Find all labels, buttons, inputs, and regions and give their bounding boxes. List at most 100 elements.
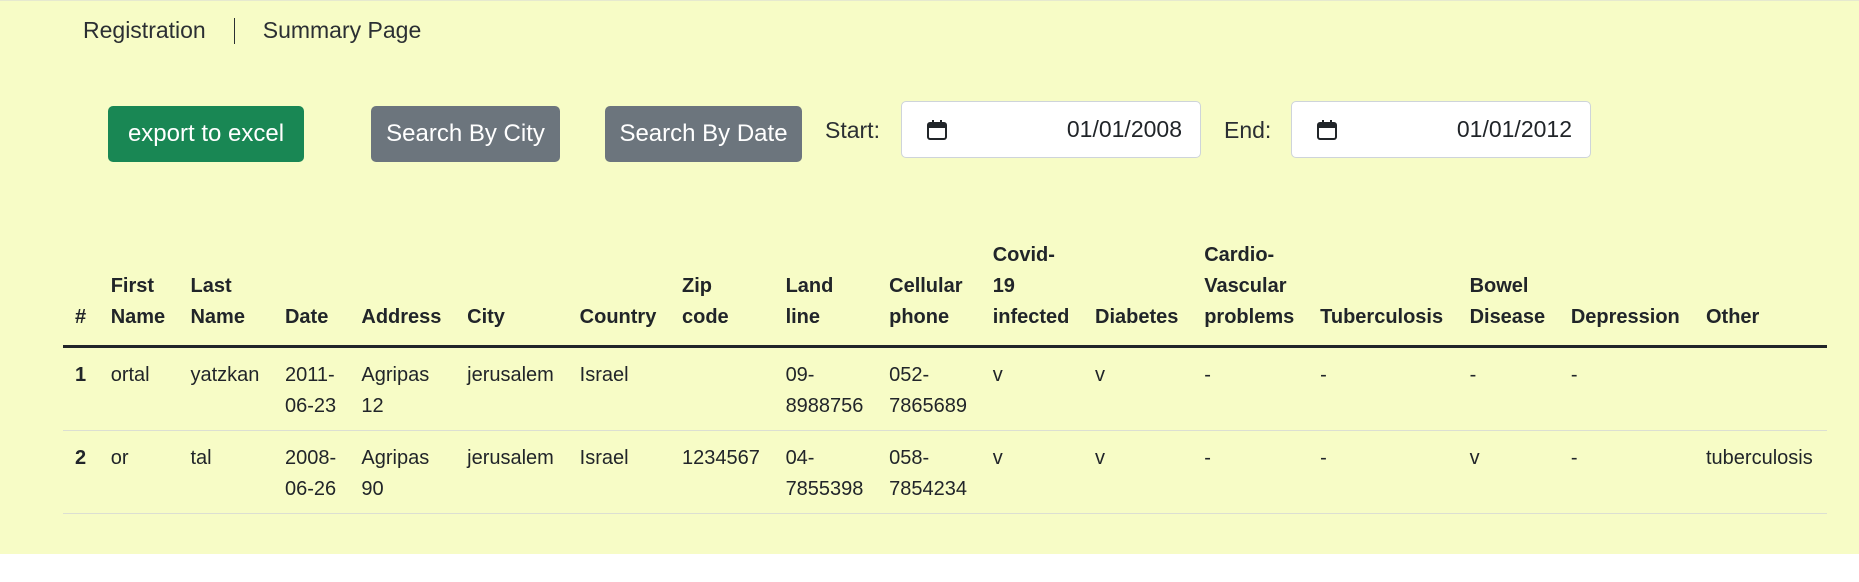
column-header-text: Date [284,306,329,328]
cell-text: 2008- [284,447,337,469]
cell-text: 04- [785,447,815,469]
calendar-icon[interactable] [1316,119,1338,141]
column-header-text: Last [190,275,232,297]
page-background: Registration Summary Page export to exce… [0,0,1859,554]
table-cell: ortal [98,346,179,431]
column-header-text: Tuberculosis [1320,306,1444,328]
column-header: Diabetes [1083,232,1193,348]
nav-link-summary-page[interactable]: Summary Page [263,17,422,44]
column-header: Bowel Disease [1457,232,1559,348]
cell-text: Agripas [361,364,430,386]
cell-text: 2011- [284,364,335,386]
column-header-text: Diabetes [1095,306,1179,328]
start-date-value: 01/01/2008 [1066,116,1182,142]
table-cell: jerusalem [455,430,568,514]
column-header-text: Bowel [1469,275,1529,297]
cell-text: v [1469,447,1480,469]
table-cell: Israel [567,346,670,431]
cell-text: 7855398 [785,478,864,500]
column-header: First Name [98,232,179,348]
table-cell: 058- 7854234 [877,430,981,514]
column-header-text: phone [889,306,950,328]
table-cell: or [98,430,179,514]
table-cell: 2011- 06-23 [272,346,350,431]
calendar-icon[interactable] [926,119,948,141]
cell-text: 12 [361,395,384,417]
table-cell [670,346,774,431]
cell-text: tuberculosis [1705,447,1813,469]
table-cell: 1234567 [670,430,774,514]
cell-text: 06-26 [284,478,337,500]
table-cell: 2008- 06-26 [272,430,350,514]
column-header-text: Land [785,275,834,297]
cell-text: yatzkan [190,364,260,386]
column-header-text: Name [190,306,245,328]
cell-text: jerusalem [467,364,554,386]
table-cell: - [1558,346,1694,431]
column-header-text: Address [361,306,442,328]
table-cell: v [1457,430,1559,514]
column-header: Other [1693,232,1827,348]
cell-text: 06-23 [284,395,337,417]
end-date-input[interactable]: 01/01/2012 [1291,101,1591,158]
table-cell: v [1083,346,1193,431]
search-by-date-button[interactable]: Search By Date [605,106,802,162]
column-header-text: Zip [682,275,712,297]
cell-text: 90 [361,478,384,500]
end-date-value: 01/01/2012 [1456,116,1572,142]
table-cell: Israel [567,430,670,514]
cell-text: Agripas [361,447,430,469]
cell-text: or [110,447,129,469]
column-header-text: First [110,275,155,297]
column-header-text: infected [992,306,1070,328]
column-header: Land line [773,232,878,348]
table-cell: v [1083,430,1193,514]
column-header-text: # [75,306,87,328]
cell-text: - [1320,447,1327,469]
cell-text: - [1204,447,1211,469]
nav-link-registration[interactable]: Registration [83,17,206,44]
export-to-excel-button[interactable]: export to excel [108,106,304,162]
table-body: 1 ortal yatzkan 2011- 06-23 Agripas 12 jerusale… [63,346,1827,514]
table-cell: Agripas 12 [349,346,456,431]
start-date-input[interactable]: 01/01/2008 [901,101,1201,158]
cell-text: 1234567 [682,447,760,469]
cell-text: 8988756 [785,395,864,417]
cell-text: tal [190,447,212,469]
cell-text: v [1095,447,1106,469]
column-header: Zip code [670,232,774,348]
table-cell: - [1192,430,1309,514]
table-cell: 09- 8988756 [773,346,878,431]
cell-text: - [1204,364,1211,386]
cell-text: 1 [75,364,87,386]
cell-text: 09- [785,364,815,386]
column-header-text: Country [579,306,657,328]
column-header-text: Other [1705,306,1760,328]
column-header: Cardio- Vascular problems [1192,232,1309,348]
column-header-text: Cellular [889,275,963,297]
column-header: # [63,232,99,348]
search-by-city-button[interactable]: Search By City [371,106,560,162]
row-number-cell: 2 [63,430,99,514]
table-cell: - [1308,430,1458,514]
table-header-row: # First Name Last Name Date Address City Country… [63,232,1827,348]
column-header-text: Depression [1570,306,1680,328]
cell-text: 7854234 [889,478,967,500]
table-cell: - [1192,346,1309,431]
column-header-text: Disease [1469,306,1546,328]
column-header: Covid- 19 infected [980,232,1084,348]
cell-text: Israel [579,364,629,386]
column-header-text: City [467,306,505,328]
column-header-text: 19 [992,275,1015,297]
patients-table: # First Name Last Name Date Address City Country… [63,232,1827,514]
table-row: 2 or tal 2008- 06-26 Agripas 90 jerusalem Israel… [63,430,1827,514]
end-date-label: End: [1224,117,1272,143]
column-header: Address [349,232,456,348]
cell-text: Israel [579,447,629,469]
column-header-text: Covid- [992,244,1055,266]
column-header-text: code [682,306,729,328]
column-header-text: line [785,306,821,328]
table-cell: - [1558,430,1694,514]
column-header: City [455,232,568,348]
table-cell: - [1308,346,1458,431]
